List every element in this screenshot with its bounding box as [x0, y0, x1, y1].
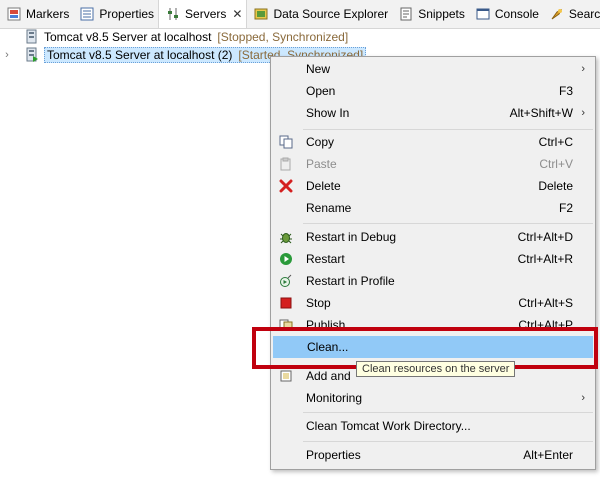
clean-tooltip: Clean resources on the server: [356, 361, 516, 377]
menu-item-label: Clean Tomcat Work Directory...: [306, 419, 471, 433]
menu-item-label: Delete: [306, 179, 341, 193]
submenu-arrow-icon: ›: [581, 63, 585, 75]
menu-item-label: Add and: [306, 369, 351, 383]
menu-item-label: Open: [306, 84, 336, 98]
menu-item-restart-debug[interactable]: Restart in Debug Ctrl+Alt+D: [273, 226, 593, 248]
menu-item-delete[interactable]: Delete Delete: [273, 175, 593, 197]
submenu-arrow-icon: ›: [581, 107, 585, 119]
menu-item-restart[interactable]: Restart Ctrl+Alt+R: [273, 248, 593, 270]
menu-item-label: Monitoring: [306, 391, 363, 405]
profile-icon: [278, 273, 294, 289]
server-name: Tomcat v8.5 Server at localhost (2): [47, 48, 233, 62]
properties-icon: [79, 6, 95, 22]
tab-properties[interactable]: Properties: [73, 0, 158, 28]
menu-item-shortcut: Delete: [538, 179, 573, 193]
server-label: Tomcat v8.5 Server at localhost [Stopped,…: [44, 30, 348, 44]
menu-separator: [303, 223, 593, 224]
menu-separator: [303, 129, 593, 130]
menu-item-open[interactable]: Open F3: [273, 80, 593, 102]
menu-item-label: Paste: [306, 157, 337, 171]
menu-item-paste[interactable]: Paste Ctrl+V: [273, 153, 593, 175]
menu-item-shortcut: F2: [558, 201, 573, 215]
menu-item-label: Restart in Debug: [306, 230, 397, 244]
menu-item-stop[interactable]: Stop Ctrl+Alt+S: [273, 292, 593, 314]
menu-item-label: Restart: [306, 252, 345, 266]
menu-item-label: Stop: [306, 296, 331, 310]
tab-label: Servers: [185, 7, 227, 21]
delete-icon: [278, 178, 294, 194]
menu-item-monitoring[interactable]: Monitoring ›: [273, 387, 593, 409]
menu-item-copy[interactable]: Copy Ctrl+C: [273, 131, 593, 153]
menu-item-show-in[interactable]: Show In Alt+Shift+W ›: [273, 102, 593, 124]
expand-chevron-icon[interactable]: ›: [0, 49, 14, 61]
menu-separator: [303, 441, 593, 442]
tab-label: Search: [568, 7, 600, 21]
menu-item-shortcut: Ctrl+Alt+S: [518, 296, 573, 310]
server-state: [Stopped, Synchronized]: [217, 30, 349, 44]
add-remove-icon: [278, 368, 294, 384]
server-name: Tomcat v8.5 Server at localhost: [44, 30, 212, 44]
submenu-arrow-icon: ›: [581, 392, 585, 404]
run-icon: [278, 251, 294, 267]
menu-item-shortcut: Alt+Shift+W: [509, 106, 573, 120]
menu-item-label: Restart in Profile: [306, 274, 395, 288]
view-tab-bar: Markers Properties Servers ✕ Data Source…: [0, 0, 600, 29]
menu-item-label: Copy: [306, 135, 335, 149]
tab-label: Properties: [99, 7, 155, 21]
menu-item-restart-profile[interactable]: Restart in Profile: [273, 270, 593, 292]
tab-markers[interactable]: Markers: [0, 0, 73, 28]
menu-item-rename[interactable]: Rename F2: [273, 197, 593, 219]
menu-item-label: Show In: [306, 106, 350, 120]
tomcat-server-icon: [24, 47, 40, 63]
tomcat-server-icon: [24, 29, 40, 45]
menu-item-properties[interactable]: Properties Alt+Enter: [273, 444, 593, 466]
tab-snippets[interactable]: Snippets: [392, 0, 469, 28]
tab-servers[interactable]: Servers ✕: [158, 0, 248, 28]
menu-item-shortcut: Ctrl+V: [539, 157, 573, 171]
tab-label: Snippets: [418, 7, 465, 21]
data-source-icon: [253, 6, 269, 22]
tab-label: Console: [494, 7, 539, 21]
close-icon[interactable]: ✕: [232, 7, 242, 21]
server-row[interactable]: Tomcat v8.5 Server at localhost [Stopped,…: [0, 28, 600, 46]
tab-data-source-explorer[interactable]: Data Source Explorer: [247, 0, 392, 28]
menu-item-label: Properties: [306, 448, 361, 462]
servers-icon: [165, 6, 181, 22]
search-icon: [549, 6, 565, 22]
menu-item-label: New: [306, 62, 331, 76]
menu-item-clean-work-directory[interactable]: Clean Tomcat Work Directory...: [273, 415, 593, 437]
menu-item-shortcut: Ctrl+Alt+R: [517, 252, 573, 266]
tab-search[interactable]: Search: [543, 0, 600, 28]
tab-label: Markers: [26, 7, 70, 21]
console-icon: [475, 6, 491, 22]
tab-label: Data Source Explorer: [273, 7, 389, 21]
menu-item-shortcut: Ctrl+Alt+D: [517, 230, 573, 244]
paste-icon: [278, 156, 294, 172]
stop-icon: [278, 295, 294, 311]
markers-icon: [6, 6, 22, 22]
copy-icon: [278, 134, 294, 150]
tab-console[interactable]: Console: [469, 0, 543, 28]
menu-item-new[interactable]: New ›: [273, 58, 593, 80]
menu-item-shortcut: F3: [558, 84, 573, 98]
menu-separator: [303, 412, 593, 413]
menu-item-shortcut: Alt+Enter: [523, 448, 573, 462]
snippets-icon: [398, 6, 414, 22]
context-menu: New › Open F3 Show In Alt+Shift+W › Copy…: [270, 56, 596, 470]
menu-item-label: Rename: [306, 201, 352, 215]
debug-bug-icon: [278, 229, 294, 245]
menu-item-shortcut: Ctrl+C: [538, 135, 573, 149]
